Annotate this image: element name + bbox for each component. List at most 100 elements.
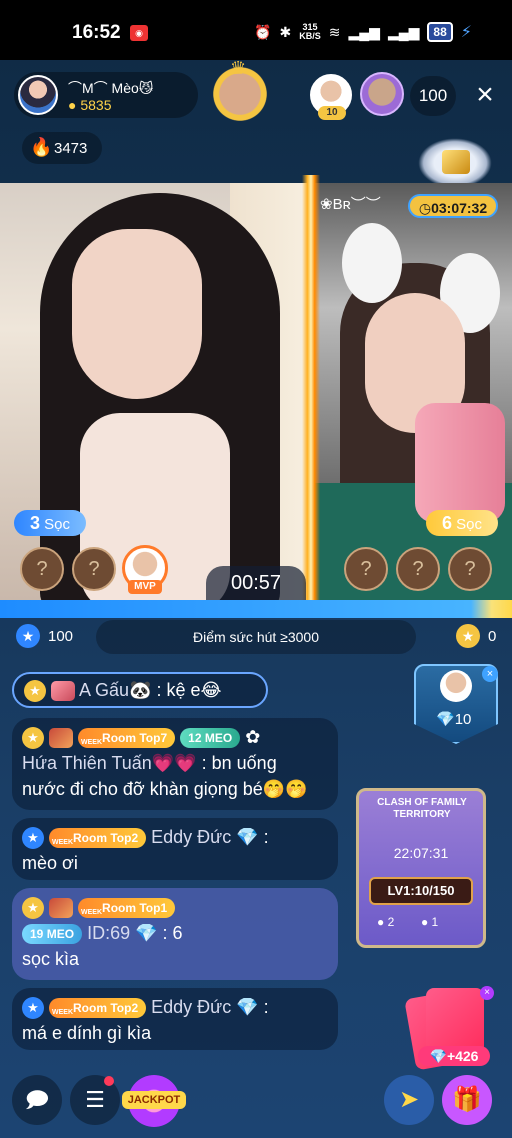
star-icon: ★	[456, 624, 480, 648]
chat-message[interactable]: ★ A Gấu🐼 : kệ e😂	[12, 672, 268, 708]
opponent-name[interactable]: ❀Bʀ︶︶	[320, 193, 381, 214]
top-gifter-avatar[interactable]: ♛	[210, 58, 270, 124]
empty-seat-icon[interactable]: ?	[448, 547, 492, 591]
close-icon[interactable]: ×	[480, 986, 494, 1000]
opponent-pk-score: 6 Sọc	[426, 510, 498, 536]
top-fan-avatar	[440, 670, 472, 702]
viewer-level-badge: 10	[318, 106, 346, 120]
opponent-points: 0	[488, 628, 497, 645]
lucky-plus-badge: 💎+426	[418, 1046, 490, 1066]
mvp-label: MVP	[128, 580, 162, 594]
chat-username[interactable]: Eddy Đức	[151, 997, 231, 1017]
diamond-icon: 💎	[135, 923, 158, 943]
pk-arrow-button[interactable]: ➤	[384, 1075, 434, 1125]
chat-bubble-icon: 🗩	[24, 1087, 50, 1112]
fan-club-badge: 12 MEO	[180, 728, 241, 749]
clash-timer: 22:07:31	[393, 845, 449, 861]
status-icons: ⏰ ✱ 315 KB/S ≋ ▂▄▆ ▂▄▆ 88 ⚡	[254, 22, 472, 42]
fire-icon: 🔥	[30, 137, 53, 157]
viewer-avatar-1[interactable]: 10	[310, 74, 352, 120]
chat-username[interactable]: Hứa Thiên Tuấn💗💗	[22, 753, 197, 773]
jackpot-label: JACKPOT	[122, 1091, 186, 1109]
clash-level: LV1:10/150	[369, 877, 473, 905]
status-bar: 16:52 ◉ ⏰ ✱ 315 KB/S ≋ ▂▄▆ ▂▄▆ 88 ⚡	[0, 0, 512, 60]
star-icon: ★	[16, 624, 40, 648]
empty-seat-icon[interactable]: ?	[72, 547, 116, 591]
jackpot-button[interactable]: JACKPOT	[122, 1075, 186, 1127]
top-fan-value: 💎10	[436, 711, 472, 728]
pk-divider	[302, 175, 320, 605]
chat-text: : kệ e😂	[156, 680, 222, 700]
crown-icon: ♛	[230, 58, 247, 78]
room-top-tag: Room Top2	[49, 998, 147, 1023]
room-top-tag: Room Top7	[78, 728, 176, 753]
clash-title: CLASH OF FAMILY TERRITORY	[377, 797, 467, 820]
host-avatar[interactable]	[18, 75, 58, 115]
host-video	[0, 183, 310, 600]
popularity-badge[interactable]: 🔥 3473	[22, 132, 102, 164]
popularity-value: 3473	[54, 140, 88, 157]
signal2-icon: ▂▄▆	[387, 23, 420, 40]
diamond-icon: 💎	[236, 827, 259, 847]
battery-indicator: 88	[427, 22, 453, 42]
chat-username[interactable]: ID:69	[87, 923, 130, 943]
badge-icon	[49, 898, 74, 919]
chat-text: : 6	[162, 923, 183, 943]
chat-username[interactable]: Eddy Đức	[151, 827, 231, 847]
level-star-icon: ★	[22, 827, 44, 850]
network-speed: 315 KB/S	[299, 22, 321, 41]
gift-button[interactable]: 🎁	[442, 1075, 492, 1125]
diamond-icon: 💎	[236, 997, 259, 1017]
empty-seat-icon[interactable]: ?	[20, 547, 64, 591]
lucky-cards-widget[interactable]: 💎+426 ×	[404, 986, 494, 1071]
comment-button[interactable]: 🗩	[12, 1075, 62, 1125]
pk-countdown: 00:57	[206, 566, 306, 600]
opponent-video[interactable]	[310, 183, 512, 600]
room-top-tag: Room Top2	[49, 828, 147, 853]
empty-seat-icon[interactable]: ?	[344, 547, 388, 591]
opponent-timer: ◷03:07:32	[408, 194, 498, 218]
bluetooth-icon: ✱	[279, 23, 292, 40]
clash-of-family-widget[interactable]: CLASH OF FAMILY TERRITORY 22:07:31 LV1:1…	[356, 788, 486, 948]
alarm-icon: ⏰	[254, 23, 272, 40]
host-name: ⌒M⌒ Mèo😼	[68, 80, 154, 96]
chat-message[interactable]: ★ Room Top7 12 MEO ✿ Hứa Thiên Tuấn💗💗 : …	[12, 718, 338, 810]
chat-message[interactable]: ★ Room Top2 Eddy Đức 💎 : mèo ơi	[12, 818, 338, 880]
level-star-icon: ★	[22, 727, 44, 750]
pk-goal[interactable]: Điểm sức hút ≥3000	[96, 620, 416, 654]
level-star-icon: ★	[24, 680, 46, 703]
badge-icon	[51, 681, 76, 702]
chat-text-continued: sọc kìa	[22, 949, 80, 969]
chat-text: : bn uống	[201, 753, 277, 773]
gold-bar-icon	[442, 150, 470, 174]
host-coins: ● 5835	[68, 97, 112, 113]
clock: 16:52	[72, 22, 121, 43]
chat-text: :	[263, 997, 269, 1017]
notification-dot	[104, 1076, 114, 1086]
close-icon[interactable]: ×	[482, 666, 498, 682]
signal-icon: ▂▄▆	[348, 23, 380, 40]
clash-stats: ● 2 ● 1	[377, 915, 439, 929]
flower-icon: ✿	[245, 727, 261, 747]
viewer-count[interactable]: 100	[410, 76, 456, 116]
chat-text-continued: má e dính gì kìa	[22, 1023, 152, 1043]
chat-message[interactable]: ★ Room Top1 19 MEO ID:69 💎 : 6 sọc kìa	[12, 888, 338, 980]
host-profile[interactable]: ⌒M⌒ Mèo😼 ● 5835	[14, 72, 198, 118]
host-points: 100	[48, 628, 74, 645]
close-button[interactable]: ×	[470, 80, 500, 110]
chat-text: :	[263, 827, 269, 847]
chat-text-continued: mèo ơi	[22, 853, 78, 873]
wifi-icon: ≋	[328, 23, 341, 40]
viewer-avatar-2[interactable]	[360, 72, 404, 116]
empty-seat-icon[interactable]: ?	[396, 547, 440, 591]
level-star-icon: ★	[22, 897, 44, 920]
fan-club-badge: 19 MEO	[22, 924, 83, 945]
screen-record-icon: ◉	[130, 25, 148, 41]
pk-stats: ★ 100 Điểm sức hút ≥3000 ★ 0	[0, 620, 512, 654]
chat-message[interactable]: ★ Room Top2 Eddy Đức 💎 : má e dính gì kì…	[12, 988, 338, 1050]
chat-username[interactable]: A Gấu🐼	[79, 680, 151, 700]
host-pk-score: 3 Sọc	[14, 510, 86, 536]
pk-progress-bar	[0, 600, 512, 618]
gift-icon: 🎁	[452, 1086, 482, 1113]
badge-icon	[49, 728, 74, 749]
